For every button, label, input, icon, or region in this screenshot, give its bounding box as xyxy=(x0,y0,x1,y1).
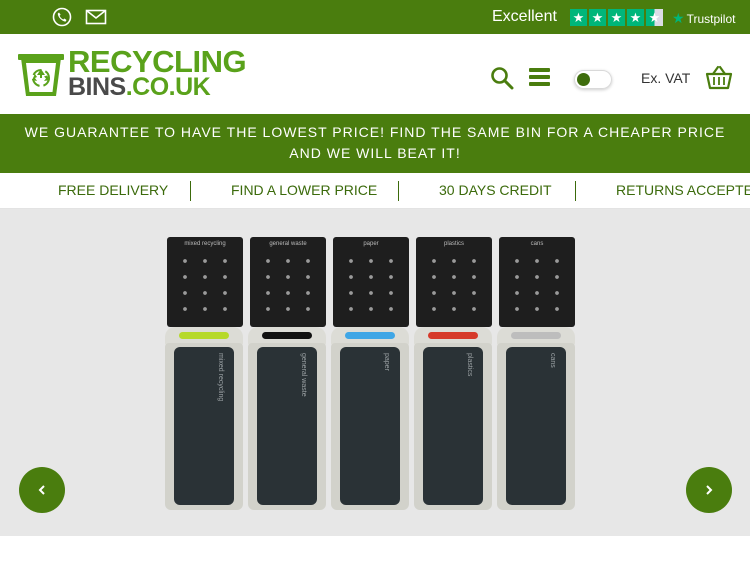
trustpilot-logo[interactable]: ★ Trustpilot xyxy=(672,10,735,27)
bin-sign-title: plastics xyxy=(443,241,464,247)
trustpilot-label: Trustpilot xyxy=(686,11,736,26)
bin-sign: plastics xyxy=(416,237,492,327)
usp-divider xyxy=(190,181,191,201)
star-icon: ★ xyxy=(627,9,644,26)
bin-label: mixed recycling xyxy=(217,353,224,402)
bin-cans: cans cans xyxy=(497,237,575,510)
chevron-left-icon xyxy=(38,485,45,495)
site-header: RECYCLING BINS.CO.UK Ex. VAT xyxy=(0,34,750,114)
bin-sign-title: paper xyxy=(363,241,379,247)
promo-line-2: AND WE WILL BEAT IT! xyxy=(289,145,461,161)
bin-sign-title: general waste xyxy=(269,241,307,247)
recycling-bin-logo-icon[interactable] xyxy=(18,52,64,98)
hamburger-menu-icon[interactable] xyxy=(529,68,550,86)
promo-line-1: WE GUARANTEE TO HAVE THE LOWEST PRICE! F… xyxy=(24,124,726,140)
bin-sign-title: mixed recycling xyxy=(184,241,226,247)
star-icon: ★ xyxy=(570,9,587,26)
bin-label: plastics xyxy=(466,353,473,377)
basket-icon[interactable] xyxy=(705,65,733,91)
hero-carousel: mixed recycling mixed recycling general … xyxy=(0,209,750,536)
bin-sign: paper xyxy=(333,237,409,327)
bin-sign: general waste xyxy=(250,237,326,327)
vat-toggle[interactable] xyxy=(574,70,612,89)
phone-icon[interactable] xyxy=(52,7,72,27)
bin-sign-title: cans xyxy=(530,241,544,247)
star-icon: ★ xyxy=(589,9,606,26)
carousel-next-button[interactable] xyxy=(686,467,732,513)
mail-icon[interactable] xyxy=(85,7,107,27)
top-bar: Excellent ★ ★ ★ ★ ★ ★ Trustpilot xyxy=(0,0,750,34)
bin-plastics: plastics plastics xyxy=(414,237,492,510)
trustpilot-rating-text: Excellent xyxy=(492,8,557,25)
usp-divider xyxy=(575,181,576,201)
logo-text-domain: .CO.UK xyxy=(125,73,211,101)
logo-text-bins: BINS xyxy=(68,73,126,101)
bin-label: general waste xyxy=(300,353,307,397)
usp-bar: FREE DELIVERY FIND A LOWER PRICE 30 DAYS… xyxy=(0,173,750,209)
bin-mixed-recycling: mixed recycling mixed recycling xyxy=(165,237,243,510)
carousel-prev-button[interactable] xyxy=(19,467,65,513)
bin-sign: cans xyxy=(499,237,575,327)
usp-free-delivery[interactable]: FREE DELIVERY xyxy=(58,182,168,198)
bin-label: cans xyxy=(549,353,556,368)
toggle-knob xyxy=(577,73,590,86)
trustpilot-stars: ★ ★ ★ ★ ★ xyxy=(570,9,663,26)
bin-label: paper xyxy=(383,353,390,371)
chevron-right-icon xyxy=(706,485,713,495)
bin-sign: mixed recycling xyxy=(167,237,243,327)
star-icon: ★ xyxy=(608,9,625,26)
trustpilot-star-icon: ★ xyxy=(672,10,685,26)
bin-paper: paper paper xyxy=(331,237,409,510)
logo-text-secondary[interactable]: BINS.CO.UK xyxy=(68,73,211,101)
search-icon[interactable] xyxy=(490,66,514,90)
vat-label: Ex. VAT xyxy=(641,70,691,86)
usp-30-days-credit[interactable]: 30 DAYS CREDIT xyxy=(439,182,552,198)
usp-divider xyxy=(398,181,399,201)
usp-find-lower-price[interactable]: FIND A LOWER PRICE xyxy=(231,182,377,198)
bin-general-waste: general waste general waste xyxy=(248,237,326,510)
usp-returns-accepted[interactable]: RETURNS ACCEPTED xyxy=(616,182,750,198)
price-guarantee-banner: WE GUARANTEE TO HAVE THE LOWEST PRICE! F… xyxy=(0,114,750,173)
half-star-icon: ★ xyxy=(646,9,663,26)
